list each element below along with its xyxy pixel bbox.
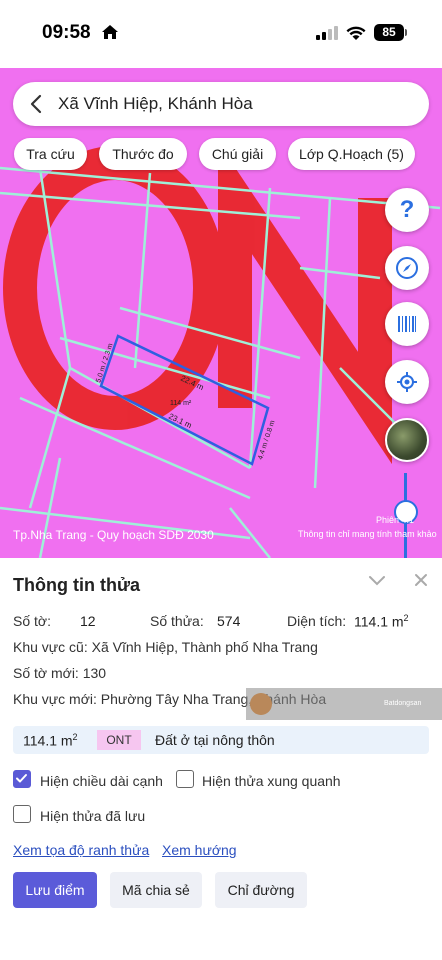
- battery-tip: [405, 29, 407, 36]
- panel-title: Thông tin thửa: [13, 575, 141, 595]
- so-thua-value: 574: [217, 613, 241, 629]
- status-bar: 09:58 85: [0, 0, 442, 68]
- watermark-avatar: [250, 693, 272, 715]
- link-view-direction[interactable]: Xem hướng: [162, 842, 237, 858]
- chip-thuoc-do[interactable]: Thước đo: [99, 138, 187, 170]
- barcode-icon: [398, 316, 416, 332]
- checkbox-show-saved[interactable]: [13, 805, 31, 823]
- share-code-button[interactable]: Mã chia sẻ: [110, 872, 202, 908]
- chip-lop-quy-hoach[interactable]: Lớp Q.Hoạch (5): [288, 138, 415, 170]
- khu-vuc-cu: Khu vực cũ: Xã Vĩnh Hiệp, Thành phố Nha …: [13, 639, 318, 655]
- compass-icon: [396, 257, 418, 279]
- chip-tra-cuu[interactable]: Tra cứu: [14, 138, 87, 170]
- check-icon: [16, 774, 27, 783]
- signal-icon: [316, 26, 338, 40]
- status-time: 09:58: [42, 22, 91, 43]
- watermark-text: Batdongsan: [384, 700, 422, 707]
- battery-indicator: 85: [374, 24, 404, 41]
- checkbox-show-neighbors[interactable]: [176, 770, 194, 788]
- checkbox-show-edge-length[interactable]: [13, 770, 31, 788]
- checkbox-label-neighbors[interactable]: Hiện thửa xung quanh: [202, 773, 341, 789]
- land-type: Đất ở tại nông thôn: [155, 732, 275, 748]
- map-disclaimer: Thông tin chỉ mang tính tham khảo: [298, 529, 437, 539]
- search-bar[interactable]: Xã Vĩnh Hiệp, Khánh Hòa: [13, 82, 429, 126]
- land-area: 114.1 m2: [23, 732, 78, 749]
- help-button[interactable]: ?: [385, 188, 429, 232]
- save-point-button[interactable]: Lưu điểm: [13, 872, 97, 908]
- barcode-button[interactable]: [385, 302, 429, 346]
- location-title[interactable]: Xã Vĩnh Hiệp, Khánh Hòa: [58, 94, 253, 114]
- link-view-coordinates[interactable]: Xem tọa độ ranh thửa: [13, 842, 149, 858]
- parcel-info-panel: Thông tin thửa Số tờ: 12 Số thửa: 574 Di…: [0, 558, 442, 960]
- back-arrow-icon[interactable]: [29, 94, 43, 114]
- map-phien-label: Phiên 4.1: [376, 515, 415, 525]
- map-view[interactable]: 22.4 m 114 m² 23.1 m 5.0 m / 2.3 m 4.4 m…: [0, 68, 442, 558]
- checkbox-label-edge-length[interactable]: Hiện chiều dài cạnh: [40, 773, 163, 789]
- help-icon: ?: [399, 196, 415, 223]
- so-to-label: Số tờ:: [13, 613, 51, 629]
- parcel-area-label: 114 m²: [170, 400, 192, 407]
- close-icon[interactable]: [413, 572, 429, 588]
- compass-button[interactable]: [385, 246, 429, 290]
- so-to-moi: Số tờ mới: 130: [13, 665, 107, 681]
- wifi-icon: [346, 26, 366, 40]
- satellite-layer-button[interactable]: [385, 418, 429, 462]
- checkbox-label-saved[interactable]: Hiện thửa đã lưu: [40, 808, 145, 824]
- chip-chu-giai[interactable]: Chú giải: [199, 138, 276, 170]
- dien-tich-value: 114.1 m2: [354, 613, 409, 630]
- locate-button[interactable]: [385, 360, 429, 404]
- locate-icon: [397, 372, 417, 392]
- so-to-value: 12: [80, 613, 96, 629]
- home-icon: [102, 25, 118, 39]
- land-use-box: 114.1 m2 ONT Đất ở tại nông thôn: [13, 726, 429, 754]
- directions-button[interactable]: Chỉ đường: [215, 872, 307, 908]
- dien-tich-label: Diện tích:: [287, 613, 347, 629]
- so-thua-label: Số thửa:: [150, 613, 204, 629]
- map-caption: Tp.Nha Trang - Quy hoạch SDĐ 2030: [13, 528, 214, 542]
- chevron-down-icon[interactable]: [368, 574, 386, 586]
- land-code-badge: ONT: [97, 730, 141, 750]
